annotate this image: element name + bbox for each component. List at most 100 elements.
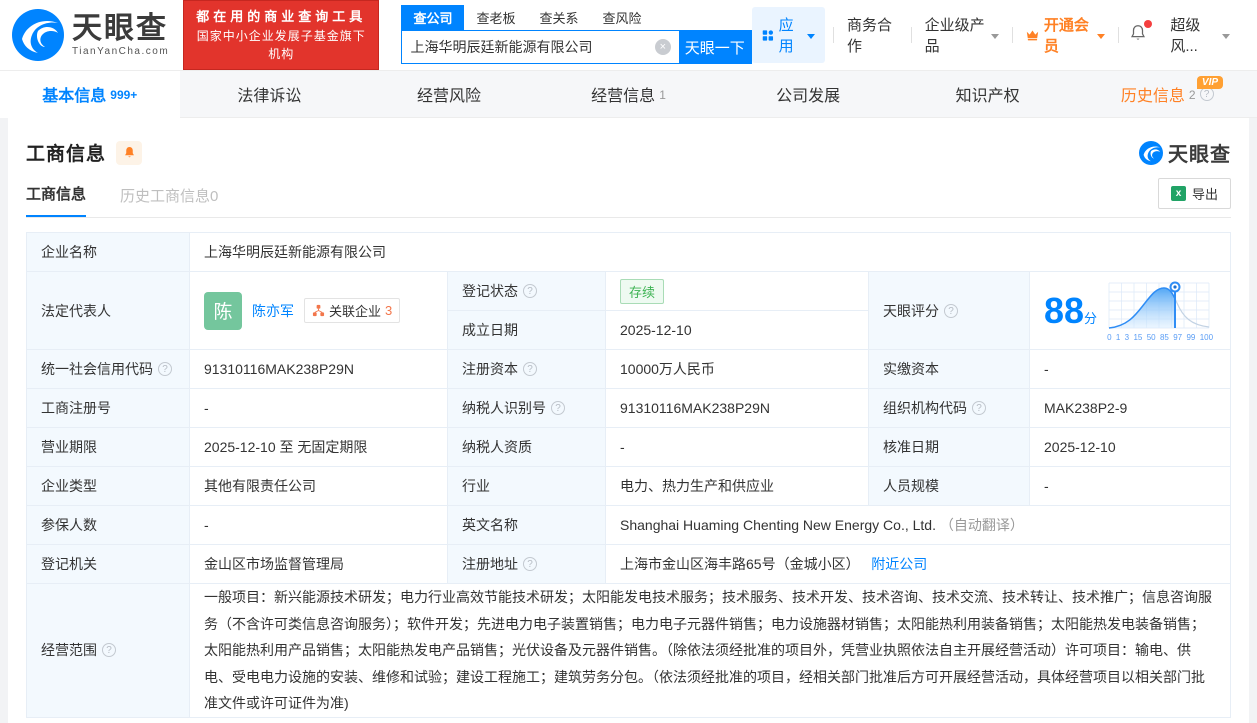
field-label: 法定代表人 xyxy=(26,271,190,350)
help-icon[interactable]: ? xyxy=(523,284,537,298)
top-header: 天眼查 TianYanCha.com 都在用的商业查询工具 国家中小企业发展子基… xyxy=(0,0,1257,70)
tab-label: 公司发展 xyxy=(776,88,841,105)
help-icon[interactable]: ? xyxy=(158,362,172,376)
table-row: 统一社会信用代码 ? 91310116MAK238P29N 注册资本 ? 100… xyxy=(26,349,1231,389)
chevron-down-icon xyxy=(1097,33,1106,39)
field-label: 经营范围 ? xyxy=(26,583,190,718)
status-badge: 存续 xyxy=(620,278,665,304)
field-label: 组织机构代码 ? xyxy=(868,388,1030,428)
subtab-label: 历史工商信息 xyxy=(120,188,211,205)
table-row: 工商注册号 - 纳税人识别号 ? 91310116MAK238P29N 组织机构… xyxy=(26,388,1231,428)
table-row: 经营范围 ? 一般项目：新兴能源技术研发；电力行业高效节能技术研发；太阳能发电技… xyxy=(26,583,1231,718)
tab-label: 基本信息 xyxy=(42,88,107,105)
help-icon[interactable]: ? xyxy=(1199,87,1214,101)
credit-code-value: 91310116MAK238P29N xyxy=(189,349,448,389)
field-label: 企业名称 xyxy=(26,232,190,272)
slogan-line2: 国家中小企业发展子基金旗下机构 xyxy=(196,28,366,61)
search-tab-company[interactable]: 查公司 xyxy=(401,5,465,30)
tab-company-development[interactable]: 公司发展 xyxy=(718,71,898,117)
staff-size-value: - xyxy=(1029,466,1231,506)
watermark-logo: 天眼查 xyxy=(1139,138,1231,167)
score-distribution-chart: 01 3 15 50 85 97 99 100 xyxy=(1107,279,1213,342)
nav-risk-label: 超级风... xyxy=(1170,17,1201,55)
nav-open-vip[interactable]: 开通会员 xyxy=(1013,14,1119,56)
help-icon[interactable]: ? xyxy=(102,643,116,658)
reg-authority-value: 金山区市场监督管理局 xyxy=(189,544,448,584)
table-row: 参保人数 - 英文名称 Shanghai Huaming Chenting Ne… xyxy=(26,505,1231,545)
field-label: 登记机关 xyxy=(26,544,190,584)
score-unit: 分 xyxy=(1084,310,1098,326)
field-label: 工商注册号 xyxy=(26,388,190,428)
tab-label: 经营信息 xyxy=(591,88,656,105)
field-label: 核准日期 xyxy=(868,427,1030,467)
nearby-companies-link[interactable]: 附近公司 xyxy=(871,556,927,572)
field-label: 登记状态 ? xyxy=(447,271,606,311)
search-button[interactable]: 天眼一下 xyxy=(678,31,751,63)
tab-operation-risk[interactable]: 经营风险 xyxy=(359,71,539,117)
search-input[interactable] xyxy=(402,31,655,63)
subtab-business-info[interactable]: 工商信息 xyxy=(26,183,87,217)
tianyancha-logo[interactable]: 天眼查 TianYanCha.com xyxy=(12,9,169,61)
insured-count-value: - xyxy=(189,505,448,545)
help-icon[interactable]: ? xyxy=(972,401,986,415)
field-label: 成立日期 xyxy=(447,310,606,350)
notifications-button[interactable] xyxy=(1119,20,1157,46)
help-icon[interactable]: ? xyxy=(523,362,537,376)
english-name-value: Shanghai Huaming Chenting New Energy Co.… xyxy=(605,505,1231,545)
apps-grid-icon xyxy=(762,29,773,41)
notification-dot xyxy=(1144,20,1153,28)
legal-rep-link[interactable]: 陈亦军 xyxy=(252,301,294,321)
table-row: 营业期限 2025-12-10 至 无固定期限 纳税人资质 - 核准日期 202… xyxy=(26,427,1231,467)
table-row: 登记机关 金山区市场监督管理局 注册地址 ? 上海市金山区海丰路65号（金城小区… xyxy=(26,544,1231,584)
industry-value: 电力、热力生产和供应业 xyxy=(605,466,869,506)
field-label: 参保人数 xyxy=(26,505,190,545)
paid-capital-value: - xyxy=(1029,349,1231,389)
help-icon[interactable]: ? xyxy=(551,401,565,415)
bell-curve-chart xyxy=(1108,281,1210,329)
nav-apps[interactable]: 应用 xyxy=(751,7,826,63)
related-label: 关联企业 xyxy=(329,304,382,319)
search-area: 查公司 查老板 查关系 查风险 × 天眼一下 xyxy=(401,5,752,64)
taxpayer-quality-value: - xyxy=(605,427,869,467)
tab-label: 经营风险 xyxy=(416,88,481,105)
search-tab-relation[interactable]: 查关系 xyxy=(527,5,590,30)
related-count: 3 xyxy=(385,303,393,318)
tab-history-info[interactable]: VIP 历史信息 2 ? xyxy=(1077,71,1257,117)
watermark-text: 天眼查 xyxy=(1168,144,1231,166)
reg-status-value: 存续 xyxy=(605,271,869,311)
tab-basic-info[interactable]: 基本信息 999+ xyxy=(0,71,180,118)
tab-operation-info[interactable]: 经营信息 1 xyxy=(539,71,719,117)
company-type-value: 其他有限责任公司 xyxy=(189,466,448,506)
slogan-line1: 都在用的商业查询工具 xyxy=(196,9,367,25)
legal-rep-cell: 陈 陈亦军 关联企业 3 xyxy=(189,271,448,350)
reg-address-value: 上海市金山区海丰路65号（金城小区） 附近公司 xyxy=(605,544,1231,584)
tab-intellectual-property[interactable]: 知识产权 xyxy=(898,71,1078,117)
est-date-value: 2025-12-10 xyxy=(605,310,869,350)
subscribe-bell-button[interactable] xyxy=(116,140,143,165)
nav-vip-label: 开通会员 xyxy=(1043,17,1089,55)
avatar[interactable]: 陈 xyxy=(204,291,242,330)
nav-super-risk[interactable]: 超级风... xyxy=(1157,14,1243,56)
export-button[interactable]: x 导出 xyxy=(1157,178,1231,209)
tianyancha-logo-icon xyxy=(12,9,64,61)
field-label: 营业期限 xyxy=(26,427,190,467)
top-navigation: 应用 商务合作 企业级产品 开通会员 超级风... xyxy=(751,7,1243,63)
reg-number-value: - xyxy=(189,388,448,428)
nav-business-label: 商务合作 xyxy=(846,17,892,55)
search-tab-boss[interactable]: 查老板 xyxy=(464,5,527,30)
related-companies-badge[interactable]: 关联企业 3 xyxy=(304,298,401,323)
table-row: 企业名称 上海华明辰廷新能源有限公司 xyxy=(26,232,1231,272)
tab-label: 法律诉讼 xyxy=(237,88,302,105)
search-tab-risk[interactable]: 查风险 xyxy=(591,5,654,30)
help-icon[interactable]: ? xyxy=(944,303,958,318)
clear-icon[interactable]: × xyxy=(654,39,671,55)
field-label: 实缴资本 xyxy=(868,349,1030,389)
nav-enterprise-products[interactable]: 企业级产品 xyxy=(912,14,1012,56)
nav-business-cooperation[interactable]: 商务合作 xyxy=(834,14,911,56)
section-title: 工商信息 xyxy=(26,144,107,165)
chevron-down-icon xyxy=(1221,33,1230,39)
subtab-history-business-info[interactable]: 历史工商信息0 xyxy=(120,185,218,217)
field-label: 行业 xyxy=(447,466,606,506)
help-icon[interactable]: ? xyxy=(523,557,537,571)
tab-legal-litigation[interactable]: 法律诉讼 xyxy=(180,71,360,117)
